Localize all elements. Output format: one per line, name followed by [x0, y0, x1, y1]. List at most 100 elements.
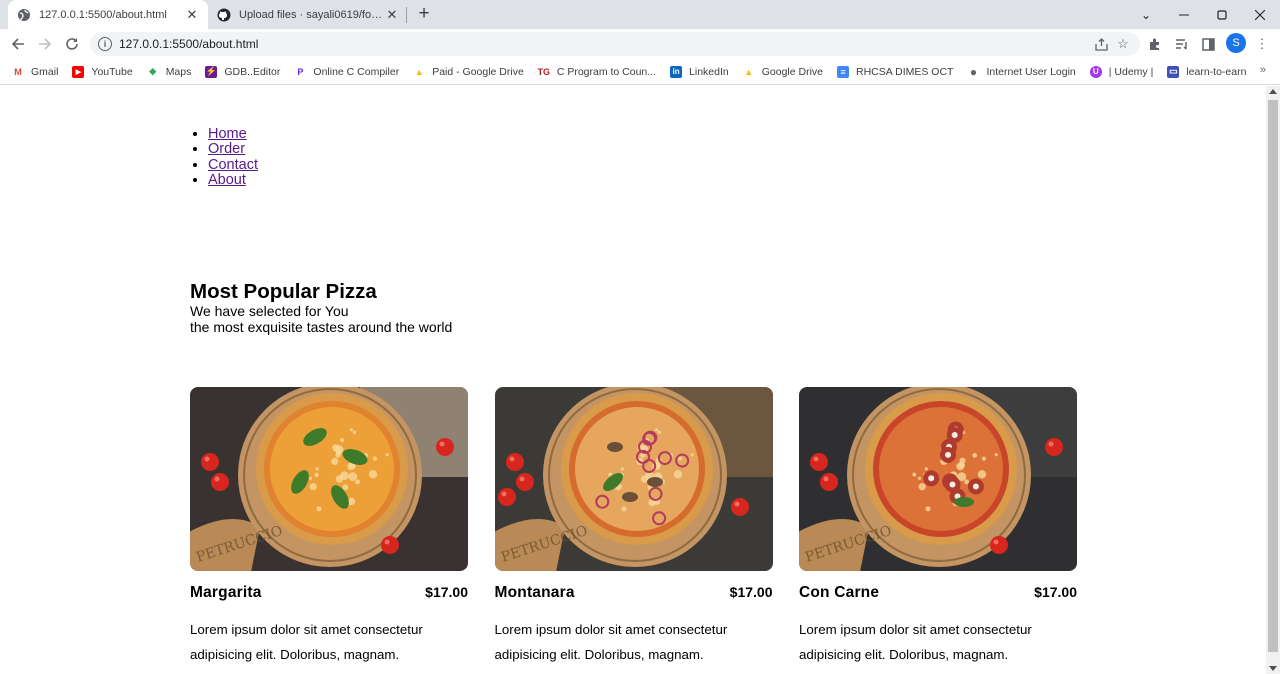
bookmark-item[interactable]: ⚡ GDB..Editor — [205, 65, 280, 78]
nav-link-home[interactable]: Home — [208, 126, 247, 142]
bookmark-item[interactable]: in LinkedIn — [670, 65, 729, 78]
tab-search-icon[interactable]: ⌄ — [1127, 0, 1165, 29]
scroll-up-arrow[interactable] — [1269, 89, 1277, 94]
nav-link-order[interactable]: Order — [208, 141, 245, 157]
pizza-name: Con Carne — [799, 584, 880, 601]
tab-title: 127.0.0.1:5500/about.html — [39, 8, 167, 21]
pizza-description: Lorem ipsum dolor sit amet consectetur a… — [799, 622, 1032, 662]
section-subtitle-line1: We have selected for You — [190, 303, 349, 319]
minimize-button[interactable] — [1165, 0, 1203, 29]
bookmark-label: Online C Compiler — [313, 65, 400, 78]
pizza-name: Montanara — [494, 584, 575, 601]
udemy-icon: U — [1089, 65, 1102, 78]
bookmark-item[interactable]: ▲ Google Drive — [743, 66, 823, 78]
page-scrollbar[interactable] — [1266, 86, 1280, 674]
tab-about[interactable]: 127.0.0.1:5500/about.html ✕ — [8, 0, 208, 29]
popular-section-header: Most Popular Pizza We have selected for … — [190, 280, 452, 335]
pizza-image: PETRUCCIO — [494, 387, 773, 571]
pizza-photo: PETRUCCIO — [190, 387, 468, 571]
tab-separator — [406, 7, 407, 23]
pizza-price: $17.00 — [425, 584, 468, 600]
pizza-card-margarita: PETRUCCIO Margarita $17.00 Lorem ipsum d… — [190, 387, 468, 667]
page-viewport: Home Order Contact About Most Popular Pi… — [0, 86, 1266, 674]
pizza-photo: PETRUCCIO — [494, 387, 773, 571]
bookmark-item[interactable]: ▭ learn-to-earn — [1167, 65, 1247, 78]
github-icon — [217, 8, 231, 22]
bookmark-label: learn-to-earn — [1186, 65, 1247, 78]
pizza-price: $17.00 — [729, 584, 773, 600]
main-nav: Home Order Contact About — [190, 126, 258, 188]
bookmark-item[interactable]: M Gmail — [12, 66, 58, 78]
drive-icon: ▲ — [744, 66, 754, 77]
extensions-icon[interactable] — [1143, 32, 1167, 56]
bookmark-item[interactable]: ◆ Maps — [147, 65, 192, 78]
forward-button[interactable] — [33, 32, 57, 56]
pizza-card-montanara: PETRUCCIO Montanara $17.00 Lorem ipsum d… — [494, 387, 773, 667]
menu-kebab-icon[interactable]: ⋮ — [1250, 32, 1274, 56]
nav-item-home: Home — [208, 126, 258, 142]
nav-link-contact[interactable]: Contact — [208, 157, 258, 173]
tab-title: Upload files · sayali0619/foodie_r — [239, 8, 384, 21]
close-icon[interactable]: ✕ — [184, 7, 200, 23]
bookmark-item[interactable]: P Online C Compiler — [294, 66, 399, 78]
section-subtitle-line2: the most exquisite tastes around the wor… — [190, 318, 453, 335]
tab-upload-files[interactable]: Upload files · sayali0619/foodie_r ✕ — [208, 0, 408, 29]
info-icon[interactable]: i — [98, 37, 112, 51]
nav-item-order: Order — [208, 142, 258, 157]
pizza-name: Margarita — [190, 584, 262, 601]
bookmark-label: Maps — [165, 65, 192, 78]
gmail-icon: M — [14, 66, 22, 77]
nav-item-about: About — [208, 172, 258, 188]
bookmark-label: Paid - Google Drive — [432, 65, 524, 78]
bookmark-label: | Udemy | — [1108, 65, 1154, 78]
address-bar[interactable]: i 127.0.0.1:5500/about.html ☆ — [90, 32, 1140, 56]
section-title: Most Popular Pizza — [190, 280, 377, 303]
browser-toolbar: i 127.0.0.1:5500/about.html ☆ S ⋮ — [0, 29, 1280, 59]
close-icon[interactable]: ✕ — [384, 7, 400, 23]
url-text: 127.0.0.1:5500/about.html — [119, 37, 259, 51]
forms-icon: ▭ — [1167, 65, 1180, 78]
close-window-button[interactable] — [1241, 0, 1279, 29]
bookmark-label: LinkedIn — [689, 65, 729, 78]
compiler-icon: P — [297, 66, 304, 77]
back-button[interactable] — [6, 32, 30, 56]
reading-list-icon[interactable] — [1170, 32, 1194, 56]
pizza-description: Lorem ipsum dolor sit amet consectetur a… — [494, 622, 728, 662]
pizza-card-con-carne: PETRUCCIO Con Carne $17.00 Lorem ipsum d… — [799, 387, 1077, 667]
pizza-photo: PETRUCCIO — [799, 387, 1077, 571]
tg-icon: TG — [537, 66, 551, 77]
pizza-image: PETRUCCIO — [799, 387, 1077, 571]
profile-avatar[interactable]: S — [1226, 33, 1246, 53]
bookmark-item[interactable]: ≡ RHCSA DIMES OCT — [837, 65, 954, 78]
share-icon[interactable] — [1090, 33, 1112, 55]
pizza-description: Lorem ipsum dolor sit amet consectetur a… — [190, 622, 423, 662]
side-panel-icon[interactable] — [1196, 32, 1220, 56]
globe-icon — [17, 8, 31, 22]
restore-button[interactable] — [1203, 0, 1241, 29]
nav-link-about[interactable]: About — [208, 172, 246, 188]
bookmark-label: Gmail — [31, 65, 59, 78]
bookmark-item[interactable]: ● Internet User Login — [967, 65, 1076, 79]
linkedin-icon: in — [670, 65, 683, 78]
scroll-thumb[interactable] — [1268, 100, 1278, 652]
bookmark-label: C Program to Coun... — [556, 65, 657, 78]
bookmark-item[interactable]: U | Udemy | — [1089, 65, 1154, 78]
gdb-icon: ⚡ — [205, 65, 218, 78]
bookmark-item[interactable]: ▶ YouTube — [72, 65, 133, 78]
new-tab-button[interactable]: + — [414, 3, 434, 24]
bookmarks-bar: M Gmail ▶ YouTube ◆ Maps ⚡ GDB..Editor P Online C… — [0, 59, 1280, 85]
reload-button[interactable] — [60, 32, 84, 56]
bookmark-item[interactable]: TG C Program to Coun... — [538, 66, 656, 78]
scroll-down-arrow[interactable] — [1269, 666, 1277, 671]
nav-item-contact: Contact — [208, 157, 258, 173]
youtube-icon: ▶ — [72, 65, 85, 78]
star-icon[interactable]: ☆ — [1112, 33, 1134, 55]
drive-icon: ▲ — [414, 66, 424, 77]
bookmarks-overflow-icon[interactable]: » — [1260, 64, 1266, 76]
bookmark-item[interactable]: ▲ Paid - Google Drive — [413, 66, 524, 78]
maps-icon: ◆ — [149, 66, 157, 76]
bookmark-label: RHCSA DIMES OCT — [856, 65, 954, 78]
docs-icon: ≡ — [837, 65, 850, 78]
tab-strip: 127.0.0.1:5500/about.html ✕ Upload files… — [0, 0, 1280, 29]
bookmark-label: YouTube — [91, 65, 133, 78]
